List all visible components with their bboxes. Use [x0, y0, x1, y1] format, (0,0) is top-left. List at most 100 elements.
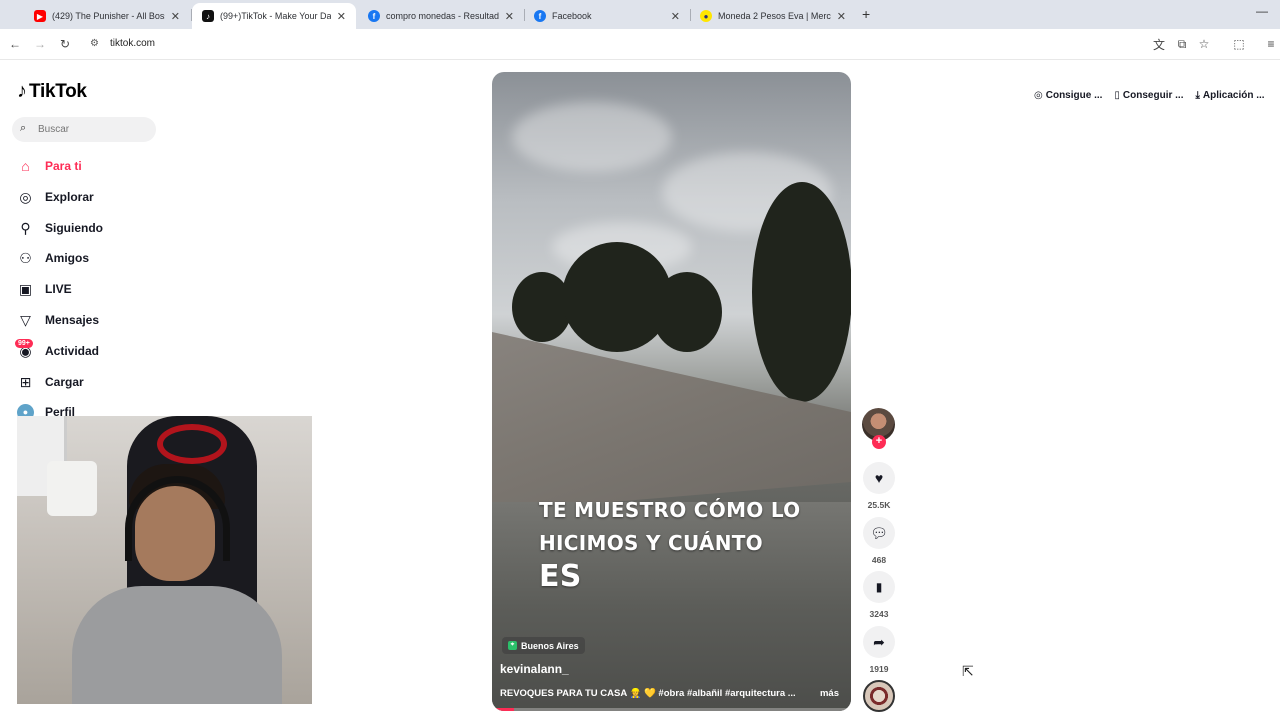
follow-plus-icon[interactable]: + [872, 435, 886, 449]
sidebar-item-actividad[interactable]: ◉ 99+ Actividad [15, 338, 100, 362]
friends-icon: ⚇ [19, 249, 32, 266]
tab-tiktok[interactable]: ♪ (99+)TikTok - Make Your Day ✕ [192, 3, 356, 29]
sidebar-item-label: Mensajes [45, 313, 100, 327]
button-label: Consigue ... [1045, 89, 1103, 101]
video-progress-fill [492, 708, 514, 711]
location-pin-icon: ⌖ [508, 641, 517, 650]
compass-icon: ◎ [19, 188, 32, 205]
tab-title: (429) The Punisher - All Bosses [52, 11, 165, 21]
sidebar-item-label: Amigos [45, 251, 90, 265]
streamer-body [72, 586, 282, 704]
mouse-cursor-icon: ⇱ [962, 663, 974, 679]
tab-facebook[interactable]: f Facebook ✕ [524, 3, 690, 29]
coin-icon: ◎ [1034, 89, 1043, 101]
sidebar-item-amigos[interactable]: ⚇ Amigos [17, 247, 89, 269]
extensions-icon[interactable]: ⬚ [1230, 35, 1248, 53]
sidebar-item-label: Actividad [45, 344, 100, 358]
heart-icon: ♥ [874, 470, 884, 486]
close-tab-icon[interactable]: ✕ [505, 10, 514, 23]
location-tag[interactable]: ⌖ Buenos Aires [502, 637, 585, 654]
bookmark-icon: ▮ [875, 580, 883, 594]
download-icon: ⤓ [1195, 89, 1200, 101]
search-icon: ⌕ [20, 122, 27, 134]
home-icon: ⌂ [21, 158, 30, 174]
music-disc[interactable] [863, 680, 895, 712]
forward-icon[interactable]: → [31, 35, 49, 53]
video-username[interactable]: kevinalann_ [500, 662, 569, 676]
top-right-actions: ◎ Consigue ... ▯ Conseguir ... ⤓ Aplicac… [1028, 83, 1280, 107]
more-button[interactable]: más [820, 688, 839, 699]
menu-icon[interactable]: ≡ [1262, 35, 1280, 53]
sidebar-item-cargar[interactable]: ⊞ Cargar [17, 371, 84, 393]
background-heater [47, 461, 97, 516]
tiktok-logo[interactable]: ♪ TikTok [17, 80, 87, 103]
tab-mercado[interactable]: ● Moneda 2 Pesos Eva | Mercado ✕ [690, 3, 856, 29]
minimize-button[interactable]: — [1256, 4, 1268, 18]
sidebar-item-label: Explorar [45, 190, 94, 204]
sidebar-item-mensajes[interactable]: ▽ Mensajes [17, 309, 99, 331]
share-icon: ➦ [873, 633, 885, 650]
sidebar-item-label: Siguiendo [45, 221, 103, 235]
tree [752, 182, 851, 402]
bookmark-star-icon[interactable]: ☆ [1195, 35, 1213, 53]
get-app-button[interactable]: ▯ Conseguir ... [1108, 83, 1189, 107]
sidebar-item-live[interactable]: ▣ LIVE [17, 278, 72, 300]
share-count: 1919 [869, 664, 889, 674]
comment-button[interactable]: 💬︎ [863, 517, 895, 549]
browser-tab-bar: ▶ (429) The Punisher - All Bosses ✕ ♪ (9… [0, 0, 1280, 29]
sidebar-item-para-ti[interactable]: ⌂ Para ti [17, 155, 82, 177]
site-info-icon[interactable]: ⚙ [90, 38, 99, 49]
youtube-icon: ▶ [34, 10, 46, 22]
save-count: 3243 [869, 609, 889, 619]
following-icon: ⚲ [20, 219, 31, 236]
sidebar-item-siguiendo[interactable]: ⚲ Siguiendo [17, 217, 103, 239]
sidebar-item-label: LIVE [45, 282, 72, 296]
comment-icon: 💬︎ [870, 524, 888, 541]
desktop-app-button[interactable]: ⤓ Aplicación ... [1189, 83, 1270, 107]
mercadolibre-icon: ● [700, 10, 712, 22]
reload-icon[interactable]: ↻ [56, 35, 74, 53]
upload-icon: ⊞ [19, 373, 32, 390]
caption-line: HICIMOS Y CUÁNTO [539, 531, 763, 555]
tab-title: Moneda 2 Pesos Eva | Mercado [718, 11, 831, 21]
search-input[interactable] [38, 121, 148, 138]
tab-compro-monedas[interactable]: f compro monedas - Resultados ✕ [358, 3, 524, 29]
share-button[interactable]: ➦ [863, 626, 895, 658]
install-app-icon[interactable]: ⧉ [1173, 35, 1191, 53]
video-description: REVOQUES PARA TU CASA 👷 💛 #obra #albañil… [500, 688, 796, 699]
sidebar-item-label: Para ti [45, 159, 82, 173]
messages-icon: ▽ [20, 311, 31, 328]
like-count: 25.5K [867, 500, 891, 510]
webcam-overlay [17, 416, 312, 704]
tab-title: Facebook [552, 11, 592, 21]
save-button[interactable]: ▮ [863, 571, 895, 603]
like-button[interactable]: ♥ [863, 462, 895, 494]
tab-punisher[interactable]: ▶ (429) The Punisher - All Bosses ✕ [24, 3, 190, 29]
search-box[interactable]: ⌕ [12, 117, 156, 142]
location-label: Buenos Aires [521, 640, 579, 651]
activity-badge: 99+ [15, 338, 33, 348]
sidebar-item-explorar[interactable]: ◎ Explorar [17, 186, 94, 208]
close-tab-icon[interactable]: ✕ [337, 10, 346, 23]
translate-icon[interactable]: ⽂ [1150, 35, 1168, 53]
close-tab-icon[interactable]: ✕ [671, 10, 680, 23]
logo-text: TikTok [29, 80, 87, 102]
tree [652, 272, 722, 352]
back-icon[interactable]: ← [6, 35, 24, 53]
close-tab-icon[interactable]: ✕ [171, 10, 180, 23]
address-bar[interactable]: ⚙ tiktok.com [84, 32, 1184, 56]
url-text: tiktok.com [110, 38, 156, 49]
get-coins-button[interactable]: ◎ Consigue ... [1028, 83, 1108, 107]
facebook-icon: f [534, 10, 546, 22]
live-icon: ▣ [18, 280, 33, 297]
sidebar-item-label: Cargar [45, 375, 84, 389]
button-label: Aplicación ... [1202, 89, 1265, 101]
video-player[interactable]: TE MUESTRO CÓMO LO HICIMOS Y CUÁNTO ES ⌖… [492, 72, 851, 711]
video-progress-bar[interactable] [492, 708, 851, 711]
new-tab-button[interactable]: + [862, 6, 870, 22]
activity-icon: ◉ 99+ [15, 338, 34, 360]
close-tab-icon[interactable]: ✕ [837, 10, 846, 23]
cloud [512, 102, 672, 172]
tab-title: (99+)TikTok - Make Your Day [220, 11, 331, 21]
comment-count: 468 [871, 555, 887, 565]
